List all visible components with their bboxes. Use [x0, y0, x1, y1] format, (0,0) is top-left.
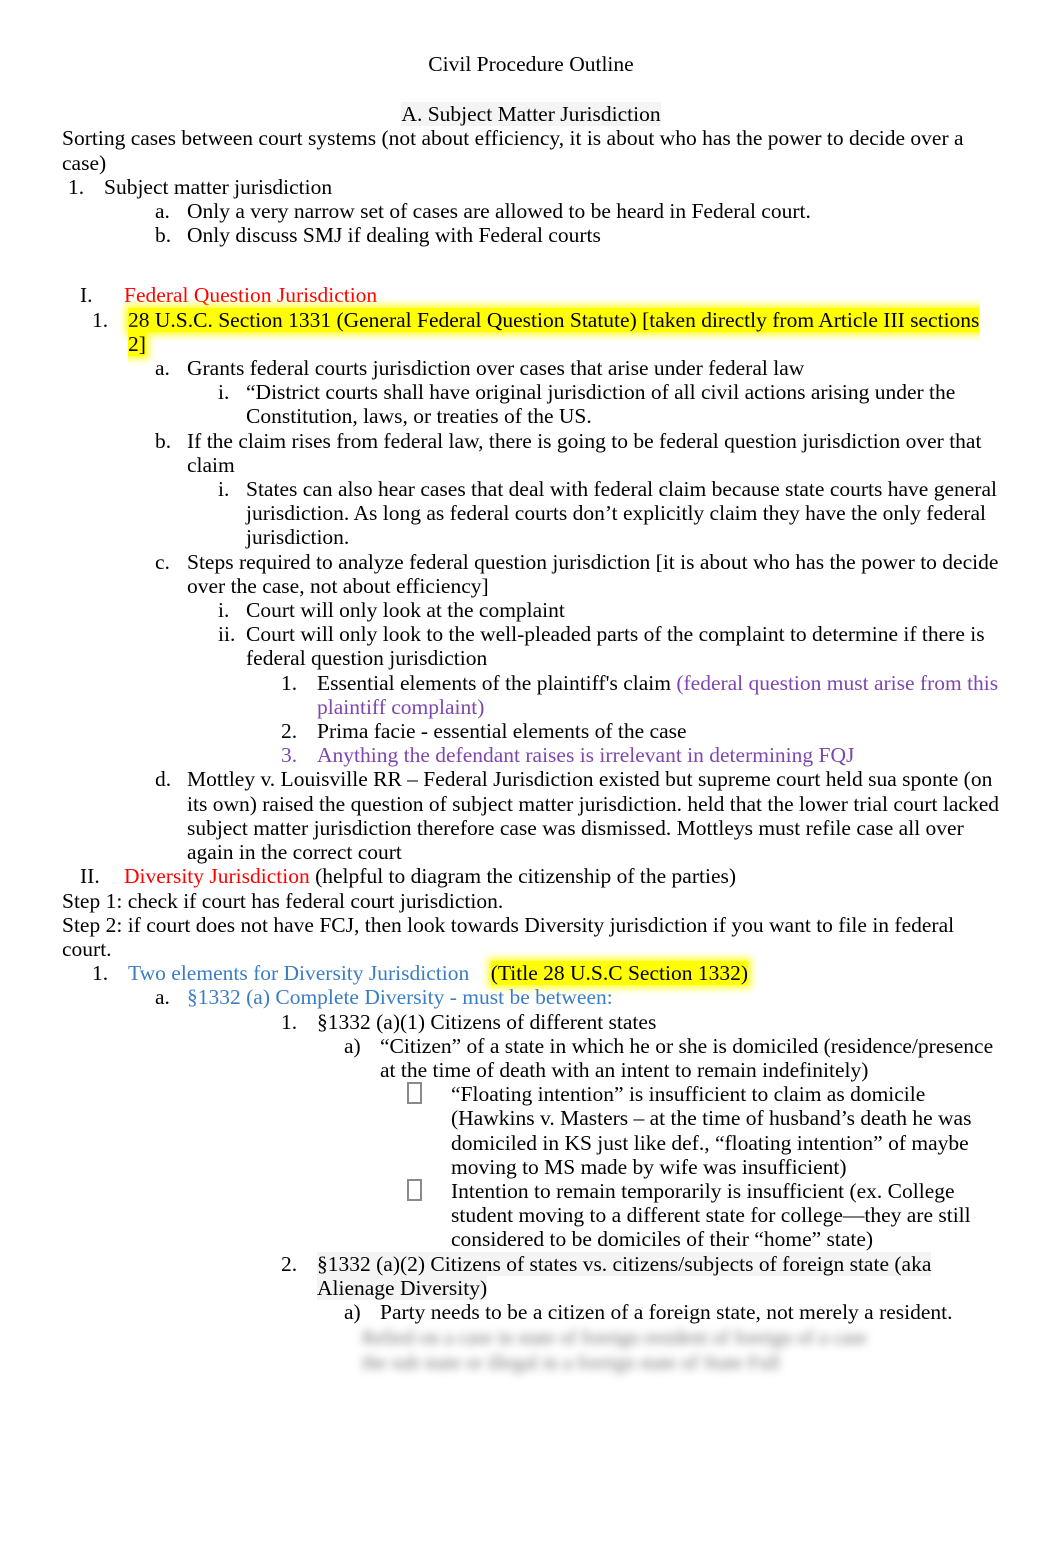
step-1-line: Step 1: check if court has federal court… [62, 888, 504, 913]
text-gap [469, 961, 491, 985]
list-item-smj-b: b. Only discuss SMJ if dealing with Fede… [62, 223, 1000, 247]
list-marker: i. [218, 380, 230, 405]
list-item-fqj-c: c. Steps required to analyze federal que… [62, 550, 1000, 598]
list-item-text: “District courts shall have original jur… [246, 380, 956, 429]
list-item-text: Subject matter jurisdiction [104, 174, 333, 199]
list-item-text-wrapper: Two elements for Diversity Jurisdiction … [128, 961, 1000, 986]
list-marker: a. [155, 356, 170, 381]
heading-text-tail: (helpful to diagram the citizenship of t… [309, 864, 737, 889]
roman-marker: II. [80, 864, 100, 889]
list-marker: 3. [281, 743, 298, 768]
redacted-line: the sub state or illegal in a foreign st… [362, 1352, 781, 1375]
list-marker: i. [218, 598, 230, 623]
list-item-complete-diversity: a. §1332 (a) Complete Diversity - must b… [62, 985, 1000, 1009]
list-marker: a. [155, 985, 170, 1010]
document-page: Civil Procedure Outline A. Subject Matte… [0, 0, 1062, 1561]
list-item-fqj-a-i: i. “District courts shall have original … [62, 380, 1000, 428]
list-item-1332-a1: 1. §1332 (a)(1) Citizens of different st… [62, 1010, 1000, 1034]
list-item-1332-a2: 2. §1332 (a)(2) Citizens of states vs. c… [62, 1251, 1000, 1300]
list-item-fqj-c-ii: ii. Court will only look to the well-ple… [62, 622, 1000, 670]
list-item-text-wrapper: 28 U.S.C. Section 1331 (General Federal … [128, 307, 1000, 356]
list-item-temporary-intention: Intention to remain temporarily is insuf… [62, 1178, 1000, 1252]
step-2-line: Step 2: if court does not have FCJ, then… [62, 912, 955, 961]
tofu-box-bullet-icon [407, 1178, 451, 1203]
list-item-smj-a: a. Only a very narrow set of cases are a… [62, 199, 1000, 223]
list-marker: a. [155, 199, 170, 224]
list-item-text: Anything the defendant raises is irrelev… [317, 743, 855, 768]
list-item-mottley-case: d. Mottley v. Louisville RR – Federal Ju… [62, 767, 1000, 864]
heading-diversity-jurisdiction: II. Diversity Jurisdiction (helpful to d… [62, 864, 1000, 888]
tofu-box-bullet-icon [407, 1082, 451, 1106]
list-item-text: States can also hear cases that deal wit… [246, 477, 997, 550]
roman-marker: I. [80, 283, 93, 308]
list-item-text-black: Essential elements of the plaintiff's cl… [317, 670, 677, 695]
section-heading: A. Subject Matter Jurisdiction [62, 102, 1000, 127]
highlighted-title-28-text: (Title 28 U.S.C Section 1332) [490, 961, 748, 986]
list-marker: 2. [281, 719, 298, 744]
list-item-prima-facie: 2. Prima facie - essential elements of t… [62, 719, 1000, 743]
section-heading-text: A. Subject Matter Jurisdiction [401, 102, 661, 127]
list-marker: 1. [281, 1009, 298, 1034]
list-item-text-wrapper: §1332 (a)(2) Citizens of states vs. citi… [317, 1251, 1000, 1300]
list-item-text: Mottley v. Louisville RR – Federal Juris… [187, 767, 999, 865]
list-marker: 2. [281, 1251, 298, 1276]
list-marker: i. [218, 477, 230, 502]
list-item-defendant-irrelevant: 3. Anything the defendant raises is irre… [62, 743, 1000, 767]
list-item-text: Grants federal courts jurisdiction over … [187, 356, 805, 381]
intro-line: Sorting cases between court systems (not… [62, 126, 964, 175]
list-item-text: “Citizen” of a state in which he or she … [380, 1033, 994, 1082]
list-item-statute-1331: 1. 28 U.S.C. Section 1331 (General Feder… [62, 307, 1000, 356]
heading-text-wrapper: Diversity Jurisdiction (helpful to diagr… [124, 864, 1000, 888]
heading-federal-question-jurisdiction: I. Federal Question Jurisdiction [62, 283, 1000, 307]
list-item-text-blue: Two elements for Diversity Jurisdiction [128, 961, 470, 986]
list-item-fqj-b: b. If the claim rises from federal law, … [62, 429, 1000, 477]
list-marker: 1. [68, 174, 85, 199]
list-item-text: “Floating intention” is insufficient to … [451, 1082, 972, 1179]
heading-text: Diversity Jurisdiction [124, 864, 310, 889]
list-item-fqj-b-i: i. States can also hear cases that deal … [62, 477, 1000, 550]
list-item-text: §1332 (a)(2) Citizens of states vs. citi… [317, 1251, 932, 1300]
redacted-line: Relied on a case in state of foreign res… [362, 1327, 867, 1350]
list-marker: 1. [92, 961, 109, 986]
heading-text: Federal Question Jurisdiction [124, 283, 378, 308]
list-item-text: Only a very narrow set of cases are allo… [187, 199, 811, 224]
list-item-text: Court will only look to the well-pleaded… [246, 622, 985, 671]
list-item-text: Prima facie - essential elements of the … [317, 719, 687, 744]
list-marker: a) [344, 1299, 361, 1324]
document-title: Civil Procedure Outline [428, 52, 634, 76]
list-item-text: If the claim rises from federal law, the… [187, 428, 982, 477]
list-marker: c. [155, 549, 170, 574]
list-item-text: Court will only look at the complaint [246, 598, 565, 623]
list-marker: 1. [92, 307, 109, 332]
list-marker: ii. [218, 622, 236, 647]
list-item-text: Steps required to analyze federal questi… [187, 549, 999, 598]
list-item-fqj-a: a. Grants federal courts jurisdiction ov… [62, 356, 1000, 380]
list-item-essential-elements: 1. Essential elements of the plaintiff's… [62, 671, 1000, 719]
list-item-1332-a2-a: a) Party needs to be a citizen of a fore… [62, 1300, 1000, 1324]
list-marker: d. [155, 767, 172, 792]
list-item-text: Only discuss SMJ if dealing with Federal… [187, 223, 601, 248]
list-item-1332-a1-a: a) “Citizen” of a state in which he or s… [62, 1034, 1000, 1082]
list-marker: a) [344, 1033, 361, 1058]
list-marker: b. [155, 428, 172, 453]
list-marker: 1. [281, 670, 298, 695]
list-item-text: Party needs to be a citizen of a foreign… [380, 1299, 953, 1324]
highlighted-statute-text: 28 U.S.C. Section 1331 (General Federal … [128, 307, 980, 356]
list-item-fqj-c-i: i. Court will only look at the complaint [62, 598, 1000, 622]
list-item-smj: 1. Subject matter jurisdiction [62, 175, 1000, 199]
list-item-text: §1332 (a) Complete Diversity - must be b… [187, 985, 613, 1010]
list-marker: b. [155, 223, 172, 248]
list-item-text-wrapper: Essential elements of the plaintiff's cl… [317, 671, 1000, 719]
redacted-blurred-text-block: Relied on a case in state of foreign res… [362, 1326, 1062, 1376]
list-item-text: §1332 (a)(1) Citizens of different state… [317, 1009, 657, 1034]
list-item-text: Intention to remain temporarily is insuf… [451, 1178, 971, 1252]
list-item-two-elements: 1. Two elements for Diversity Jurisdicti… [62, 961, 1000, 986]
list-item-floating-intention: “Floating intention” is insufficient to … [62, 1082, 1000, 1179]
